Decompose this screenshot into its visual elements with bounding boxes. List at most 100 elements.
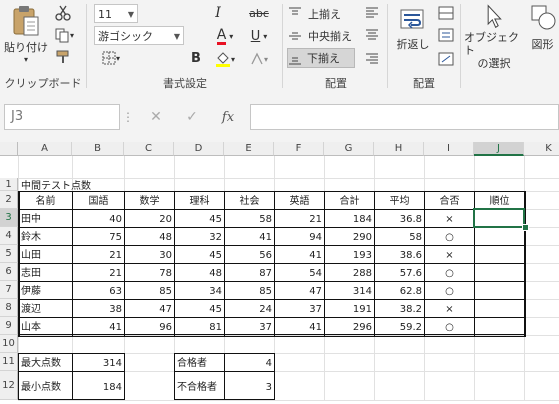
bold-button[interactable]: B — [186, 50, 206, 66]
table-cell[interactable]: 38 — [73, 299, 124, 317]
column-header[interactable]: C — [124, 142, 174, 156]
sheet-title[interactable]: 中間テスト点数 — [19, 178, 174, 192]
row-header[interactable]: 3 — [0, 209, 18, 227]
column-header[interactable]: I — [424, 142, 474, 156]
table-cell[interactable]: 30 — [125, 245, 174, 263]
align-bottom-button[interactable]: 下揃え — [287, 48, 355, 68]
table-cell[interactable]: 48 — [125, 227, 174, 245]
orientation-button[interactable] — [436, 50, 456, 68]
table-cell[interactable]: 94 — [275, 227, 324, 245]
cut-button[interactable] — [52, 4, 74, 22]
table-cell[interactable]: 57.6 — [375, 263, 424, 281]
table-header-cell[interactable]: 社会 — [225, 191, 274, 209]
shapes-button[interactable]: 図形 — [526, 4, 559, 56]
column-header[interactable]: H — [374, 142, 424, 156]
table-cell[interactable]: 193 — [325, 245, 374, 263]
table-cell[interactable] — [475, 317, 524, 335]
column-header[interactable]: K — [524, 142, 559, 156]
table-cell[interactable]: ○ — [425, 263, 474, 281]
cancel-entry-button[interactable]: ✕ — [144, 104, 168, 130]
format-painter-button[interactable] — [52, 48, 74, 66]
align-right-button[interactable] — [362, 50, 382, 68]
table-cell[interactable]: 38.6 — [375, 245, 424, 263]
font-name-dropdown[interactable]: 游ゴシック ▼ — [94, 26, 184, 45]
pass-count-value[interactable]: 4 — [225, 353, 274, 371]
row-header[interactable]: 4 — [0, 227, 18, 245]
table-cell[interactable]: 41 — [275, 245, 324, 263]
table-cell[interactable]: 96 — [125, 317, 174, 335]
column-header[interactable]: D — [174, 142, 224, 156]
table-cell[interactable]: 75 — [73, 227, 124, 245]
align-left-button[interactable] — [362, 4, 382, 22]
row-header[interactable]: 11 — [0, 353, 18, 371]
row-header[interactable]: 1 — [0, 178, 18, 191]
table-cell[interactable] — [475, 227, 524, 245]
table-header-cell[interactable]: 国語 — [73, 191, 124, 209]
row-header[interactable]: 9 — [0, 317, 18, 335]
select-objects-button[interactable]: オブジェクト の選択 — [464, 4, 524, 70]
fail-count-value[interactable]: 3 — [225, 371, 274, 400]
table-cell[interactable]: 87 — [225, 263, 274, 281]
table-cell[interactable]: 24 — [225, 299, 274, 317]
table-cell[interactable]: × — [425, 209, 474, 227]
table-cell[interactable]: 21 — [275, 209, 324, 227]
student-name-cell[interactable]: 田中 — [19, 209, 72, 227]
table-cell[interactable]: 63 — [73, 281, 124, 299]
fill-handle[interactable] — [522, 224, 529, 231]
student-name-cell[interactable]: 鈴木 — [19, 227, 72, 245]
table-cell[interactable]: 191 — [325, 299, 374, 317]
select-all-button[interactable] — [0, 142, 18, 156]
table-cell[interactable]: 45 — [175, 209, 224, 227]
borders-button[interactable]: ▾ — [96, 50, 126, 66]
table-cell[interactable]: 45 — [175, 245, 224, 263]
table-cell[interactable]: 20 — [125, 209, 174, 227]
insert-function-button[interactable]: fx — [214, 104, 242, 130]
table-cell[interactable]: 37 — [275, 299, 324, 317]
table-cell[interactable]: 78 — [125, 263, 174, 281]
table-header-cell[interactable]: 合計 — [325, 191, 374, 209]
table-cell[interactable]: 85 — [125, 281, 174, 299]
table-cell[interactable]: 290 — [325, 227, 374, 245]
active-cell-selection[interactable] — [473, 208, 525, 228]
column-header[interactable]: J — [474, 142, 524, 156]
table-cell[interactable]: 36.8 — [375, 209, 424, 227]
column-header[interactable]: B — [72, 142, 124, 156]
pass-count-label[interactable]: 合格者 — [175, 353, 224, 371]
column-header[interactable]: G — [324, 142, 374, 156]
table-cell[interactable]: 47 — [275, 281, 324, 299]
font-color-button[interactable]: A ▾ — [208, 26, 242, 46]
table-cell[interactable] — [475, 281, 524, 299]
min-score-label[interactable]: 最小点数 — [19, 371, 72, 400]
table-header-cell[interactable]: 数学 — [125, 191, 174, 209]
table-cell[interactable]: 184 — [325, 209, 374, 227]
table-cell[interactable]: 58 — [375, 227, 424, 245]
table-cell[interactable]: 296 — [325, 317, 374, 335]
underline-button[interactable]: U ▾ — [244, 26, 274, 46]
table-cell[interactable]: ○ — [425, 281, 474, 299]
row-header[interactable]: 8 — [0, 299, 18, 317]
table-cell[interactable]: 45 — [175, 299, 224, 317]
table-header-cell[interactable]: 名前 — [19, 191, 72, 209]
table-cell[interactable] — [475, 245, 524, 263]
italic-button[interactable]: I — [208, 4, 228, 22]
student-name-cell[interactable]: 伊藤 — [19, 281, 72, 299]
table-cell[interactable]: 47 — [125, 299, 174, 317]
fail-count-label[interactable]: 不合格者 — [175, 371, 224, 400]
font-size-dropdown[interactable]: 11 ▼ — [94, 4, 138, 23]
column-header[interactable]: F — [274, 142, 324, 156]
max-score-label[interactable]: 最大点数 — [19, 353, 72, 371]
confirm-entry-button[interactable]: ✓ — [180, 104, 204, 130]
table-cell[interactable]: ○ — [425, 227, 474, 245]
table-cell[interactable]: 314 — [325, 281, 374, 299]
table-cell[interactable]: 37 — [225, 317, 274, 335]
table-cell[interactable]: 81 — [175, 317, 224, 335]
table-cell[interactable]: 48 — [175, 263, 224, 281]
table-cell[interactable]: × — [425, 245, 474, 263]
name-box[interactable]: J3 — [4, 104, 120, 130]
max-score-value[interactable]: 314 — [73, 353, 124, 371]
row-header[interactable]: 6 — [0, 263, 18, 281]
table-cell[interactable]: 54 — [275, 263, 324, 281]
row-header[interactable]: 2 — [0, 191, 18, 209]
paste-button[interactable]: 貼り付け ▾ — [4, 4, 48, 64]
table-cell[interactable]: 34 — [175, 281, 224, 299]
